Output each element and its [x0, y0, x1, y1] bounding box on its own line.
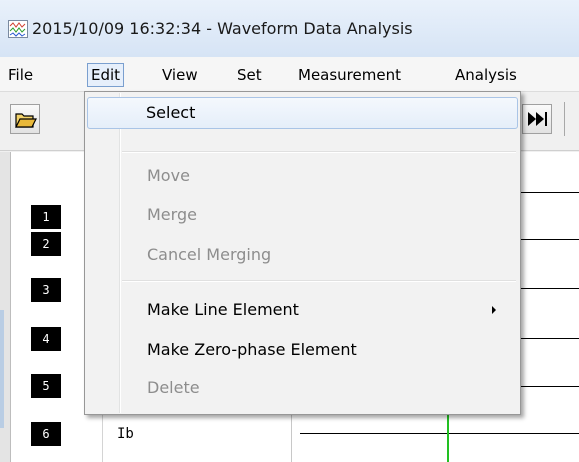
menu-item-label: Cancel Merging — [147, 245, 272, 264]
menu-item-merge: Merge — [87, 200, 518, 230]
waveform-trace-6 — [300, 433, 579, 434]
window-title: 2015/10/09 16:32:34 - Waveform Data Anal… — [32, 19, 413, 38]
menu-item-label: Make Zero-phase Element — [147, 340, 357, 359]
menu-file[interactable]: File — [8, 64, 33, 86]
menu-view[interactable]: View — [162, 64, 198, 86]
left-edge-highlight — [0, 310, 4, 428]
menu-item-label: Move — [147, 166, 190, 185]
channel-badge-3[interactable]: 3 — [31, 278, 61, 302]
channel-badge-6[interactable]: 6 — [31, 422, 61, 446]
menu-item-label: Make Line Element — [147, 300, 299, 319]
menu-item-move: Move — [87, 161, 518, 191]
fast-forward-button[interactable] — [522, 104, 552, 134]
menu-item-label: Select — [146, 103, 196, 122]
menu-edit[interactable]: Edit — [87, 63, 125, 87]
left-edge-strip — [0, 152, 10, 462]
open-folder-icon — [15, 113, 37, 128]
channel-badge-2[interactable]: 2 — [31, 232, 61, 256]
menu-set[interactable]: Set — [237, 64, 262, 86]
title-bar: 2015/10/09 16:32:34 - Waveform Data Anal… — [0, 0, 579, 57]
submenu-arrow-icon — [492, 306, 496, 314]
menu-item-make-line-element[interactable]: Make Line Element — [87, 295, 518, 325]
menu-separator — [122, 280, 516, 282]
open-folder-button[interactable] — [10, 104, 40, 134]
menu-separator — [122, 151, 516, 153]
waveform-app-icon — [8, 20, 28, 38]
edit-menu-dropdown: Select Move Merge Cancel Merging Make Li… — [84, 91, 521, 415]
menu-item-label: Merge — [147, 205, 197, 224]
menu-item-delete: Delete — [87, 373, 518, 403]
menu-item-make-zero-phase-element[interactable]: Make Zero-phase Element — [87, 335, 518, 365]
menu-measurement[interactable]: Measurement — [298, 64, 401, 86]
channel-badge-5[interactable]: 5 — [31, 374, 61, 398]
channel-badge-4[interactable]: 4 — [31, 327, 61, 351]
channel-badge-1[interactable]: 1 — [31, 205, 61, 229]
channel-name-6[interactable]: Ib — [117, 426, 134, 442]
fast-forward-icon — [528, 112, 547, 126]
menu-item-select[interactable]: Select — [87, 97, 518, 129]
menu-bar: File Edit View Set Measurement Analysis — [0, 57, 579, 92]
menu-item-cancel-merging: Cancel Merging — [87, 240, 518, 270]
menu-analysis[interactable]: Analysis — [455, 64, 517, 86]
toolbar-separator — [564, 102, 565, 136]
menu-item-label: Delete — [147, 378, 200, 397]
